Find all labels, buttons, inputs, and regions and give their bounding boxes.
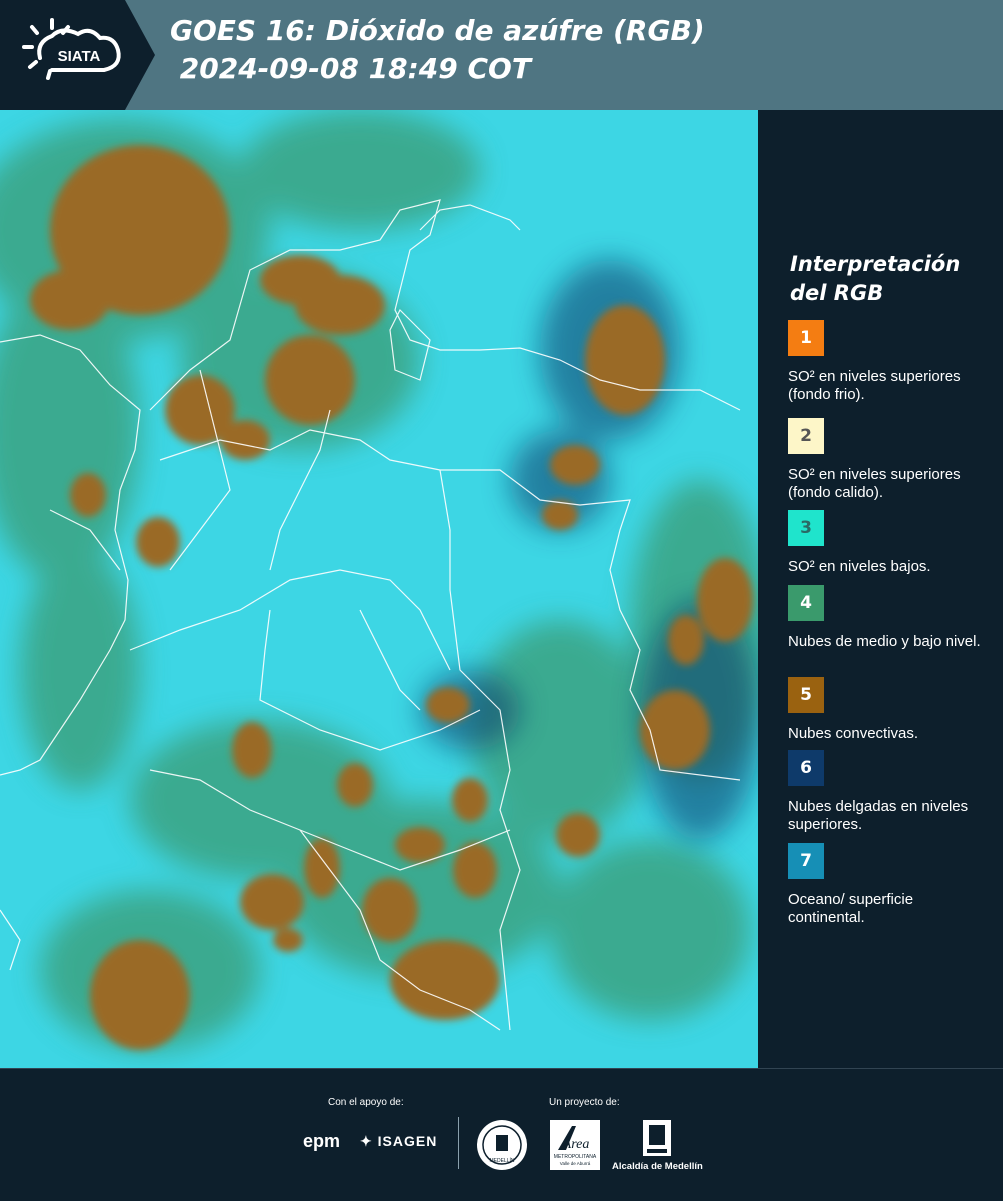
legend-panel: Interpretación del RGB 1 SO² en niveles … (758, 110, 1003, 1068)
medellin-seal-text: MEDELLÍN (489, 1157, 514, 1164)
legend-item-5: 5 Nubes convectivas. (788, 677, 993, 743)
footer-divider (458, 1117, 459, 1169)
area-metropolitana-logo: Área METROPOLITANA Valle de Aburrá (550, 1120, 600, 1170)
epm-logo-text: epm (303, 1131, 341, 1151)
area-logo-sub: METROPOLITANA (554, 1154, 597, 1160)
isagen-logo: ✦ ISAGEN (360, 1133, 437, 1150)
satellite-map (0, 110, 758, 1068)
header-bar: SIATA GOES 16: Dióxido de azúfre (RGB) 2… (0, 0, 1003, 110)
title-line-2: 2024-09-08 18:49 COT (170, 52, 531, 85)
legend-item-6: 6 Nubes delgadas en niveles superiores. (788, 750, 993, 834)
legend-label-6: Nubes delgadas en niveles superiores. (788, 798, 969, 833)
legend-swatch-4: 4 (788, 585, 824, 621)
legend-number-1: 1 (800, 328, 812, 348)
legend-item-7: 7 Oceano/ superficie continental. (788, 843, 993, 927)
siata-logo-text: SIATA (58, 48, 101, 65)
legend-label-2: SO² en niveles superiores (fondo calido)… (788, 466, 961, 501)
legend-item-4: 4 Nubes de medio y bajo nivel. (788, 585, 993, 651)
legend-title: Interpretación del RGB (790, 252, 961, 305)
medellin-seal-logo: MEDELLÍN (476, 1119, 528, 1176)
legend-swatch-2: 2 (788, 418, 824, 454)
legend-number-6: 6 (800, 758, 812, 778)
legend-item-3: 3 SO² en niveles bajos. (788, 510, 993, 576)
legend-label-5: Nubes convectivas. (788, 725, 919, 742)
legend-number-4: 4 (800, 593, 812, 613)
footer: Con el apoyo de: Un proyecto de: epm ✦ I… (0, 1068, 1003, 1201)
legend-label-1: SO² en niveles superiores (fondo frio). (788, 368, 961, 403)
legend-swatch-7: 7 (788, 843, 824, 879)
legend-swatch-5: 5 (788, 677, 824, 713)
legend-label-3: SO² en niveles bajos. (788, 558, 931, 575)
legend-label-4: Nubes de medio y bajo nivel. (788, 633, 981, 650)
legend-item-1: 1 SO² en niveles superiores (fondo frio)… (788, 320, 993, 404)
legend-swatch-6: 6 (788, 750, 824, 786)
epm-logo: epm (303, 1131, 340, 1152)
legend-label-7: Oceano/ superficie continental. (788, 891, 914, 926)
legend-number-5: 5 (800, 685, 812, 705)
legend-swatch-1: 1 (788, 320, 824, 356)
legend-number-3: 3 (800, 518, 812, 538)
legend-number-2: 2 (800, 426, 812, 446)
area-logo-sub2: Valle de Aburrá (560, 1161, 591, 1166)
area-logo-text: Área (562, 1135, 590, 1152)
project-label: Un proyecto de: (549, 1097, 620, 1108)
legend-swatch-3: 3 (788, 510, 824, 546)
legend-number-7: 7 (800, 851, 812, 871)
isagen-star-icon: ✦ (360, 1133, 373, 1149)
alcaldia-logo-text: Alcaldía de Medellín (612, 1161, 703, 1172)
legend-item-2: 2 SO² en niveles superiores (fondo calid… (788, 418, 993, 502)
siata-logo: SIATA (0, 0, 155, 110)
support-label: Con el apoyo de: (328, 1097, 404, 1108)
page-title: GOES 16: Dióxido de azúfre (RGB) 2024-09… (170, 12, 705, 88)
alcaldia-logo: Alcaldía de Medellín (612, 1119, 703, 1172)
title-line-1: GOES 16: Dióxido de azúfre (RGB) (170, 14, 705, 47)
isagen-logo-text: ISAGEN (377, 1133, 438, 1149)
